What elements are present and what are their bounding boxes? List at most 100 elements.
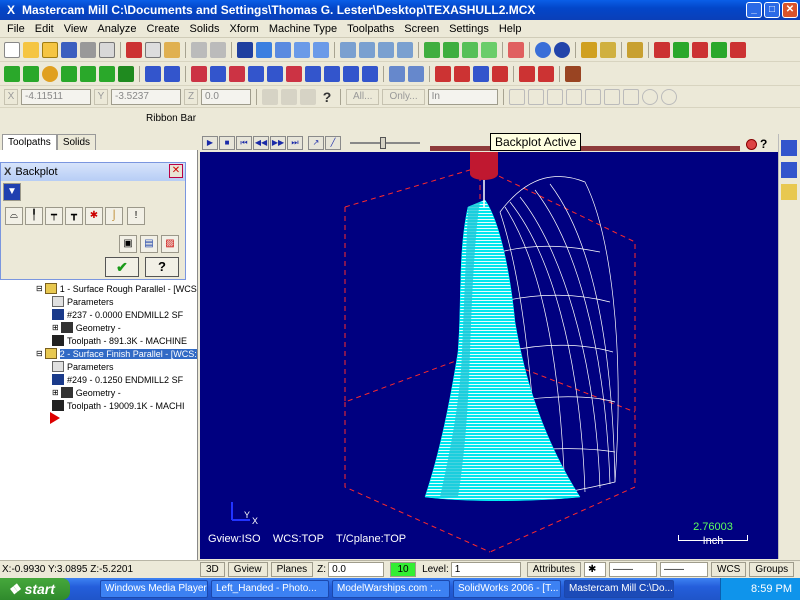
minimize-button[interactable]: _ — [746, 2, 762, 18]
backplot-close-button[interactable]: ✕ — [169, 164, 183, 178]
select-chain-icon[interactable] — [527, 88, 544, 105]
spline-icon[interactable] — [80, 65, 96, 82]
z-depth-field[interactable]: 0.0 — [328, 562, 385, 577]
step-forward-icon[interactable]: ▶▶ — [270, 136, 286, 150]
info-icon[interactable]: ! — [127, 207, 145, 225]
marker-icon[interactable] — [600, 41, 616, 58]
settings-icon[interactable] — [711, 41, 727, 58]
verify-icon[interactable]: ⌡ — [105, 207, 123, 225]
translate-icon[interactable] — [145, 65, 161, 82]
start-button[interactable]: ❖ start — [0, 578, 70, 600]
undo-icon[interactable] — [191, 41, 207, 58]
menu-create[interactable]: Create — [142, 23, 185, 35]
select-vector-icon[interactable] — [584, 88, 601, 105]
select-all-button[interactable]: All... — [346, 88, 380, 105]
display-tool-icon[interactable]: ╿ — [25, 207, 43, 225]
menu-screen[interactable]: Screen — [399, 23, 444, 35]
select-area-icon[interactable] — [603, 88, 620, 105]
task-photo[interactable]: Left_Handed - Photo... — [211, 580, 329, 598]
trim-icon[interactable] — [191, 65, 207, 82]
offset-icon[interactable] — [286, 65, 302, 82]
join-icon[interactable] — [229, 65, 245, 82]
stop-indicator-icon[interactable] — [746, 139, 757, 150]
cube-view-icon[interactable] — [508, 41, 524, 58]
new-file-icon[interactable] — [4, 41, 20, 58]
task-modelwarships[interactable]: ModelWarships.com :... — [332, 580, 450, 598]
hidden-line-icon[interactable] — [462, 41, 478, 58]
line-width-select[interactable]: —— — [660, 562, 708, 577]
level-field[interactable]: 1 — [450, 562, 521, 577]
display-holder-icon[interactable]: ┯ — [45, 207, 63, 225]
grid-view-icon[interactable] — [519, 65, 535, 82]
grid-icon[interactable] — [435, 65, 451, 82]
plane-tool-icon[interactable] — [781, 162, 797, 178]
zoom-out-icon[interactable] — [313, 41, 329, 58]
fast-forward-icon[interactable]: ⏭ — [287, 136, 303, 150]
brush-icon[interactable] — [627, 41, 643, 58]
tab-solids[interactable]: Solids — [56, 134, 97, 150]
camera-icon[interactable]: ▣ — [119, 235, 137, 253]
planes-button[interactable]: Planes — [270, 562, 314, 577]
menu-solids[interactable]: Solids — [185, 23, 225, 35]
hatch-icon[interactable] — [492, 65, 508, 82]
redo-icon[interactable] — [210, 41, 226, 58]
sphere-icon[interactable] — [554, 41, 570, 58]
shaded-icon[interactable] — [481, 41, 497, 58]
array-icon[interactable] — [305, 65, 321, 82]
query-icon[interactable] — [300, 88, 316, 105]
zoom-in-icon[interactable] — [294, 41, 310, 58]
text-icon[interactable] — [473, 65, 489, 82]
cube-icon[interactable] — [538, 65, 554, 82]
wcs-button[interactable]: WCS — [711, 562, 747, 577]
x-coordinate-field[interactable]: -4.11511 — [21, 88, 91, 105]
folder-tool-icon[interactable] — [781, 184, 797, 200]
view-tool-icon[interactable] — [781, 140, 797, 156]
fit-icon[interactable] — [256, 41, 272, 58]
color-field[interactable]: 10 — [390, 562, 417, 577]
wand-icon[interactable]: ╱ — [325, 136, 341, 150]
repaint-icon[interactable] — [340, 41, 356, 58]
help-icon[interactable]: ? — [760, 137, 767, 151]
pan-icon[interactable] — [237, 41, 253, 58]
maximize-button[interactable]: □ — [764, 2, 780, 18]
groups-button[interactable]: Groups — [749, 562, 795, 577]
rewind-icon[interactable]: ⏮ — [236, 136, 252, 150]
speed-slider[interactable] — [350, 137, 420, 149]
options-icon[interactable]: ▨ — [161, 235, 179, 253]
close-button[interactable]: ✕ — [782, 2, 798, 18]
help-button[interactable]: ? — [145, 257, 179, 277]
ink-icon[interactable] — [565, 65, 581, 82]
menu-xform[interactable]: Xform — [225, 23, 264, 35]
analyze-icon[interactable] — [673, 41, 689, 58]
select-circle-icon[interactable] — [641, 88, 658, 105]
scale-icon[interactable] — [267, 65, 283, 82]
merge-icon[interactable] — [42, 41, 58, 58]
select-only-button[interactable]: Only... — [382, 88, 425, 105]
zoom-window-icon[interactable] — [275, 41, 291, 58]
save-geometry-icon[interactable]: ▤ — [140, 235, 158, 253]
display-entity-icon[interactable]: ✱ — [85, 207, 103, 225]
cut-icon[interactable] — [126, 41, 142, 58]
step-back-icon[interactable]: ◀◀ — [253, 136, 269, 150]
insert-arrow-icon[interactable] — [50, 412, 60, 424]
select-window-icon[interactable] — [546, 88, 563, 105]
help-icon[interactable]: ? — [319, 89, 335, 105]
stop-icon[interactable]: ■ — [219, 136, 235, 150]
attributes-button[interactable]: Attributes — [526, 562, 581, 577]
print-preview-icon[interactable] — [99, 41, 115, 58]
help-query-icon[interactable] — [654, 41, 670, 58]
play-icon[interactable]: ▶ — [202, 136, 218, 150]
drag-icon[interactable] — [389, 65, 405, 82]
selection-mode-select[interactable]: In — [427, 88, 498, 105]
task-media-player[interactable]: Windows Media Player — [100, 580, 208, 598]
ok-button[interactable]: ✔ — [105, 257, 139, 277]
dimension-icon[interactable] — [408, 65, 424, 82]
break-icon[interactable] — [210, 65, 226, 82]
select-last-icon[interactable] — [660, 88, 677, 105]
menu-analyze[interactable]: Analyze — [92, 23, 141, 35]
menu-machine-type[interactable]: Machine Type — [264, 23, 342, 35]
graphics-viewport[interactable]: Y X Gview:ISO WCS:TOP T/Cplane:TOP 2.760… — [200, 152, 778, 559]
open-folder-icon[interactable] — [23, 41, 39, 58]
roll-icon[interactable] — [362, 65, 378, 82]
hide-entity-icon[interactable] — [397, 41, 413, 58]
